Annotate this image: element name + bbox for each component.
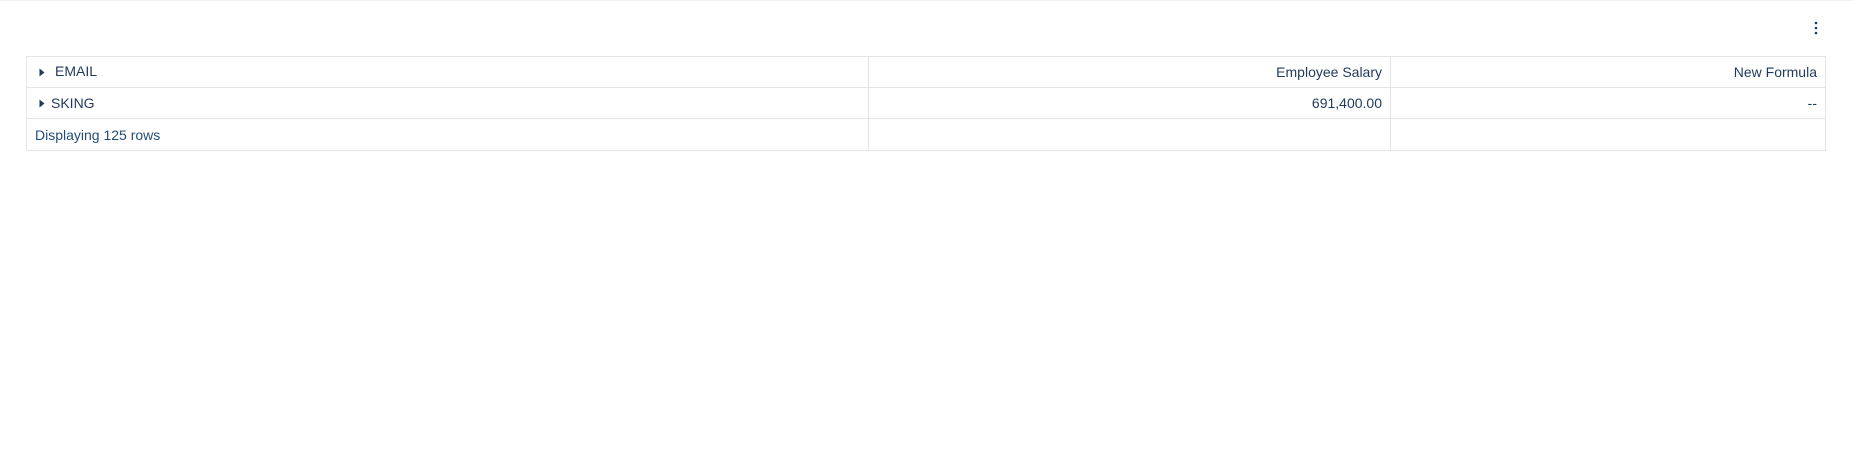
- caret-right-icon: [39, 99, 45, 107]
- new-formula-value: --: [1807, 95, 1817, 111]
- top-divider: [0, 0, 1853, 1]
- footer-empty-cell: [869, 119, 1391, 150]
- expand-row-button[interactable]: [35, 96, 49, 110]
- column-header-label: EMAIL: [55, 63, 98, 79]
- caret-right-icon: [39, 68, 45, 76]
- column-header-new-formula[interactable]: New Formula: [1391, 57, 1825, 87]
- table-row: SKING 691,400.00 --: [27, 88, 1825, 119]
- expand-column-button[interactable]: [35, 65, 49, 79]
- more-vertical-icon: [1814, 21, 1818, 35]
- column-header-label: New Formula: [1733, 64, 1817, 80]
- row-group-label: SKING: [51, 95, 95, 111]
- column-header-label: Employee Salary: [1276, 64, 1382, 80]
- new-formula-cell: --: [1391, 88, 1825, 118]
- more-options-button[interactable]: [1806, 17, 1826, 39]
- row-count-text: Displaying 125 rows: [35, 126, 161, 143]
- salary-value: 691,400.00: [1311, 95, 1382, 111]
- table-header-row: EMAIL Employee Salary New Formula: [27, 57, 1825, 88]
- table-footer-row: Displaying 125 rows: [27, 119, 1825, 150]
- row-count-cell: Displaying 125 rows: [27, 119, 869, 150]
- salary-cell: 691,400.00: [869, 88, 1391, 118]
- pivot-table: EMAIL Employee Salary New Formula SKING …: [26, 56, 1826, 151]
- row-group-cell: SKING: [27, 88, 869, 118]
- footer-empty-cell: [1391, 119, 1825, 150]
- column-header-employee-salary[interactable]: Employee Salary: [869, 57, 1391, 87]
- column-header-email[interactable]: EMAIL: [27, 57, 869, 87]
